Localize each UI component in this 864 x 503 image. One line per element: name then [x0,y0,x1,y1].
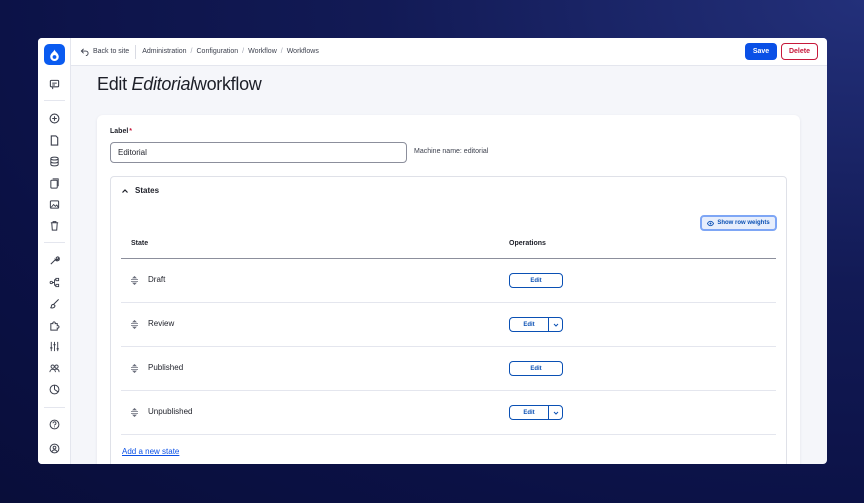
back-arrow-icon [80,48,89,56]
admin-toolbar [38,38,71,464]
title-workflow-name: Editorial [131,74,195,94]
user-icon[interactable] [48,442,61,455]
required-marker: * [129,128,133,135]
table-row: Published Edit [121,347,776,391]
add-content-icon[interactable] [48,112,61,125]
dropdown-toggle[interactable] [549,406,562,419]
media-icon[interactable] [48,198,61,211]
machine-name: Machine name: editorial [414,148,489,155]
trash-icon[interactable] [48,219,61,232]
reports-icon[interactable] [48,383,61,396]
states-panel: States Show row weights State Operations… [110,176,787,464]
breadcrumb-configuration[interactable]: Configuration [197,48,239,55]
eye-icon [707,220,715,226]
back-label: Back to site [93,48,130,55]
breadcrumb-separator: / [242,48,245,55]
drag-handle-icon[interactable] [130,276,139,285]
breadcrumb-workflows[interactable]: Workflows [287,48,319,55]
people-icon[interactable] [48,362,61,375]
state-name: Unpublished [148,407,193,416]
breadcrumb-administration[interactable]: Administration [142,48,186,55]
states-toggle[interactable]: States [121,186,159,195]
state-name: Published [148,363,184,372]
edit-dropbutton: Edit [509,317,563,332]
chevron-down-icon [553,411,558,415]
states-heading: States [135,186,160,195]
breadcrumb: Administration / Configuration / Workflo… [142,48,319,55]
label-field-label: Label* [110,128,132,135]
breadcrumb-workflow[interactable]: Workflow [248,48,277,55]
drag-handle-icon[interactable] [130,408,139,417]
files-icon[interactable] [48,177,61,190]
state-name: Draft [148,275,166,284]
topbar-divider [135,44,137,59]
toolbar-divider [44,100,65,101]
toolbar-divider [44,242,65,243]
structure-icon[interactable] [48,276,61,289]
appearance-icon[interactable] [48,297,61,310]
content-icon[interactable] [48,134,61,147]
label-input[interactable]: Editorial [110,142,407,163]
column-header-operations: Operations [509,240,546,247]
show-row-weights-button[interactable]: Show row weights [700,215,777,231]
label-text: Label [110,128,129,135]
breadcrumb-separator: / [280,48,283,55]
drag-handle-icon[interactable] [130,320,139,329]
title-suffix: workflow [193,74,262,94]
breadcrumb-separator: / [190,48,193,55]
title-prefix: Edit [97,74,127,94]
state-name: Review [148,319,175,328]
config-icon[interactable] [48,340,61,353]
save-button[interactable]: Save [745,43,777,60]
tools-icon[interactable] [48,254,61,267]
table-row: Unpublished Edit [121,391,776,435]
app-window: Back to site Administration / Configurat… [38,38,827,464]
add-new-state-link[interactable]: Add a new state [122,447,179,456]
extend-icon[interactable] [48,319,61,332]
chevron-down-icon [553,323,558,327]
toolbar-divider [44,407,65,408]
edit-button[interactable]: Edit [509,273,563,288]
edit-button[interactable]: Edit [510,406,549,419]
page-title: Edit Editorialworkflow [97,74,262,95]
database-icon[interactable] [48,155,61,168]
edit-button[interactable]: Edit [510,318,549,331]
edit-button[interactable]: Edit [509,361,563,376]
workflow-form-card: Label* Editorial Machine name: editorial… [97,115,800,464]
help-icon[interactable] [48,418,61,431]
back-to-site-link[interactable]: Back to site [80,47,129,56]
announcements-icon[interactable] [48,78,61,91]
edit-dropbutton: Edit [509,405,563,420]
drag-handle-icon[interactable] [130,364,139,373]
table-row: Draft Edit [121,259,776,303]
column-header-state: State [131,240,149,247]
table-row: Review Edit [121,303,776,347]
delete-button[interactable]: Delete [781,43,818,60]
top-bar: Back to site Administration / Configurat… [71,38,827,66]
drupal-logo-icon[interactable] [44,44,65,65]
show-row-weights-label: Show row weights [717,220,770,226]
dropdown-toggle[interactable] [549,318,562,331]
chevron-up-icon [122,188,128,193]
